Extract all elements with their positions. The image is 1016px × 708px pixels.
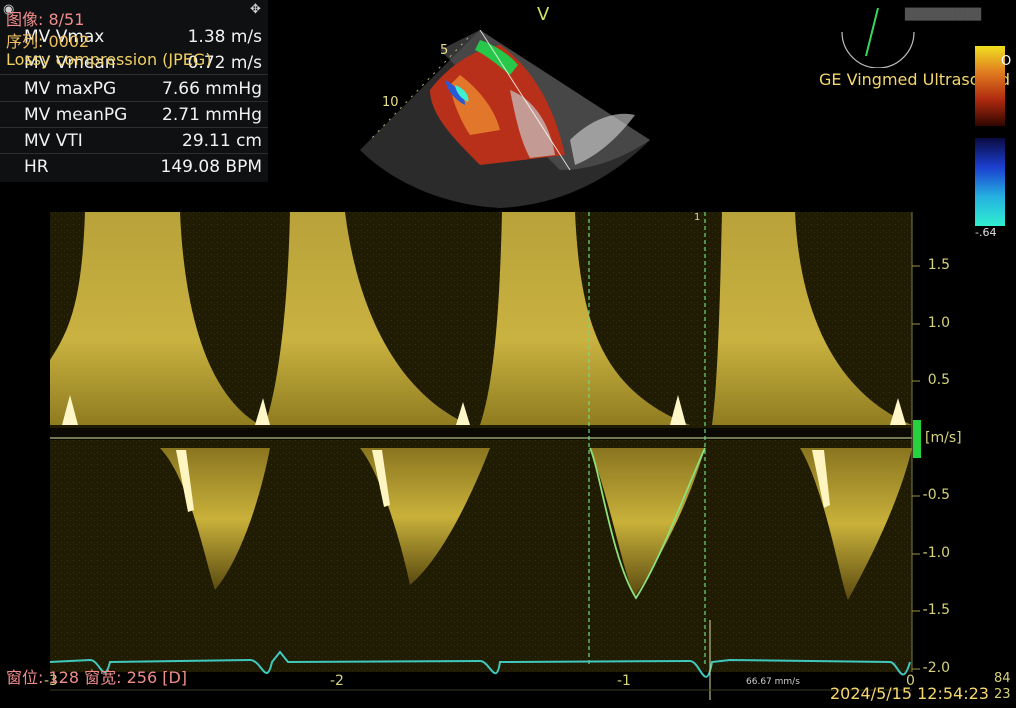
ultrasound-viewer: 5 10 V █████████ GE Vingmed Ultrasound O…: [0, 0, 1016, 708]
baseline-marker: [913, 420, 921, 458]
measurement-value: 149.08 BPM: [160, 157, 262, 177]
measurement-value: 29.11 cm: [182, 131, 262, 151]
corner-value-bottom: 23: [994, 687, 1011, 702]
measurement-label: HR: [24, 157, 49, 177]
series-number: 序列: 0002: [6, 32, 90, 51]
sweep-speed: 66.67 mm/s: [746, 677, 800, 687]
compression-notice: Lossy compression (JPEG): [6, 50, 212, 69]
depth-mark-10: 10: [382, 95, 399, 110]
datetime: 2024/5/15 12:54:23: [830, 684, 989, 703]
y-tick-label: -2.0: [922, 660, 950, 676]
color-scale-bar: O -.64: [975, 46, 1011, 239]
measurement-value: 1.38 m/s: [187, 27, 262, 47]
measurement-row-maxpg: MV maxPG 7.66 mmHg: [0, 76, 268, 102]
measurement-value: 7.66 mmHg: [162, 79, 262, 99]
measurement-label: MV meanPG: [24, 105, 128, 125]
mode-marker: V: [537, 4, 550, 25]
corner-value-top: 84: [994, 671, 1011, 686]
color-scale-bottom: -.64: [975, 226, 997, 239]
y-tick-label: 1.5: [927, 257, 950, 273]
measurement-row-meanpg: MV meanPG 2.71 mmHg: [0, 102, 268, 128]
depth-mark-5: 5: [440, 43, 448, 58]
measurement-row-hr: HR 149.08 BPM: [0, 154, 268, 180]
velocity-unit: [m/s]: [925, 430, 962, 446]
y-tick-label: -0.5: [922, 487, 950, 503]
x-tick-label: -1: [617, 673, 631, 689]
measurement-label: MV maxPG: [24, 79, 117, 99]
panel-move-icon[interactable]: ✥: [250, 2, 261, 17]
y-tick-label: 0.5: [927, 372, 950, 388]
measurement-label: MV VTI: [24, 131, 83, 151]
cursor-marker: 1: [694, 212, 701, 223]
y-tick-label: -1.5: [922, 602, 950, 618]
y-tick-label: -1.0: [922, 545, 950, 561]
measurement-row-vti: MV VTI 29.11 cm: [0, 128, 268, 154]
image-counter: 图像: 8/51: [6, 10, 85, 29]
color-scale-top: O: [1001, 54, 1012, 69]
velocity-axis-ticks: [912, 265, 920, 670]
x-tick-label: -2: [330, 673, 344, 689]
blurred-patient-info: █████████: [905, 8, 982, 21]
y-tick-label: 1.0: [927, 315, 950, 331]
window-level: 窗位: 128 窗宽: 256 [D]: [6, 668, 188, 687]
measurement-value: 2.71 mmHg: [162, 105, 262, 125]
color-doppler-sector-image: 5 10: [360, 30, 650, 208]
